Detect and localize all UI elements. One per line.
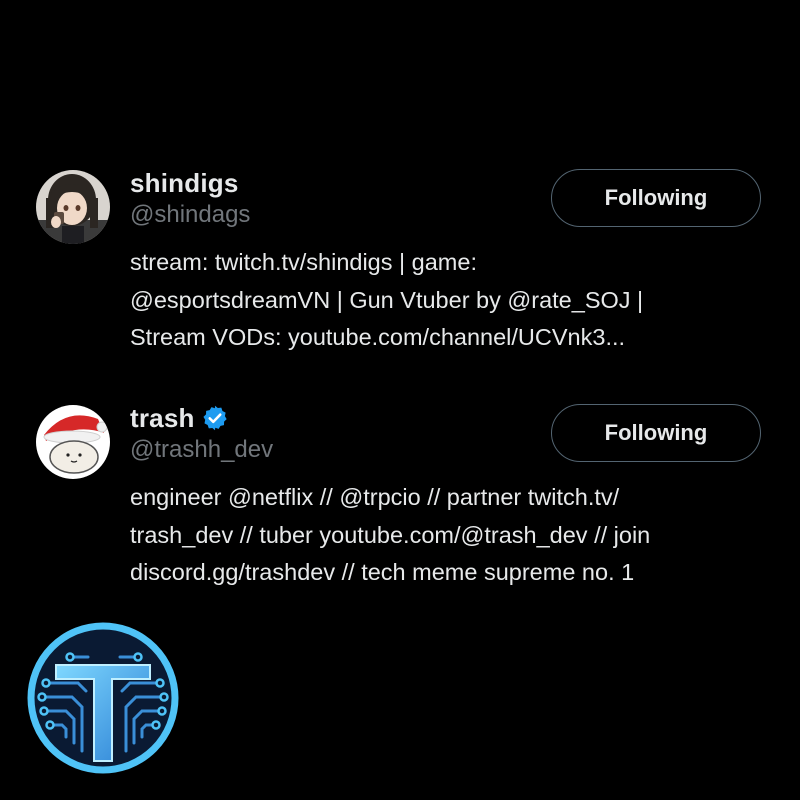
santa-hat-blob-avatar-icon (36, 405, 110, 479)
anime-character-avatar-icon (36, 170, 110, 244)
user-handle[interactable]: @trashh_dev (130, 435, 273, 465)
display-name[interactable]: trash (130, 403, 195, 434)
following-button[interactable]: Following (551, 169, 761, 227)
display-name[interactable]: shindigs (130, 168, 239, 199)
avatar[interactable] (36, 170, 110, 244)
avatar[interactable] (36, 405, 110, 479)
circuit-t-logo-icon (26, 621, 180, 775)
verified-badge-icon (203, 405, 227, 431)
user-bio: engineer @netflix // @trpcio // partner … (130, 484, 651, 585)
following-button[interactable]: Following (551, 404, 761, 462)
user-bio: stream: twitch.tv/shindigs | game: @espo… (130, 249, 644, 350)
user-handle[interactable]: @shindags (130, 200, 250, 230)
